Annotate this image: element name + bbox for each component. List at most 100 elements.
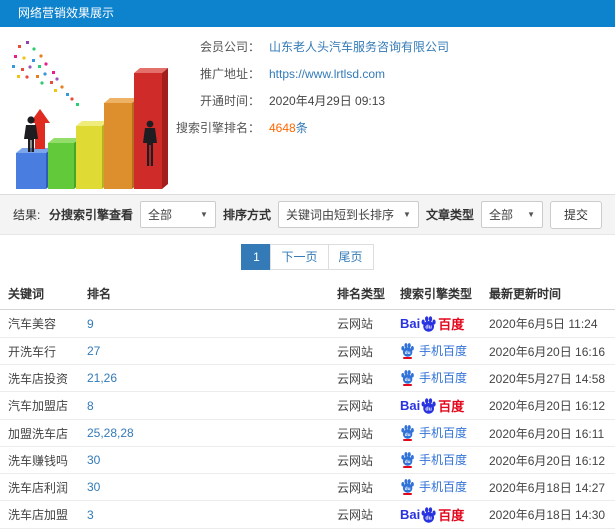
engine-filter-label: 分搜索引擎查看 bbox=[48, 208, 133, 222]
chevron-down-icon: ▼ bbox=[527, 210, 535, 219]
baidu-paw-icon: du bbox=[421, 316, 436, 332]
last-page-button[interactable]: 尾页 bbox=[327, 244, 374, 270]
engine-cell: du 手机百度 bbox=[400, 419, 489, 447]
updated-cell: 2020年6月20日 16:12 bbox=[489, 446, 615, 474]
table-row: 汽车加盟店 8 云网站 Bai du 百度 2020年6月20日 16:12 bbox=[0, 391, 615, 420]
mobile-baidu-paw-icon: du bbox=[400, 342, 415, 359]
header-rank: 排名 bbox=[87, 278, 337, 310]
table-row: 洗车赚钱吗 30 云网站 du 手机百度 2020年6月20日 16:12 bbox=[0, 446, 615, 474]
baidu-logo: Bai du 百度 bbox=[400, 314, 464, 333]
engine-cell: Bai du 百度 bbox=[400, 391, 489, 420]
mobile-baidu-underline bbox=[403, 439, 412, 441]
sort-selected: 关键词由短到长排序 bbox=[285, 208, 394, 222]
engine-rank-value: 4648条 bbox=[269, 119, 308, 137]
account-info-list: 会员公司： 山东老人头汽车服务咨询有限公司 推广地址： https://www.… bbox=[176, 27, 615, 194]
baidu-logo-cn-text: 百度 bbox=[438, 317, 465, 332]
rank-type-cell: 云网站 bbox=[337, 446, 400, 474]
engine-rank-label: 搜索引擎排名： bbox=[176, 121, 261, 135]
mobile-baidu-label: 手机百度 bbox=[419, 344, 468, 358]
keyword-cell: 汽车美容 bbox=[0, 309, 87, 338]
keyword-cell: 洗车赚钱吗 bbox=[0, 446, 87, 474]
baidu-paw-icon: du bbox=[421, 398, 436, 414]
ranking-table: 关键词 排名 排名类型 搜索引擎类型 最新更新时间 汽车美容 9 云网站 Bai… bbox=[0, 278, 615, 529]
table-row: 洗车店利润 30 云网站 du 手机百度 2020年6月18日 14:27 bbox=[0, 473, 615, 501]
account-info-section: 会员公司： 山东老人头汽车服务咨询有限公司 推广地址： https://www.… bbox=[0, 27, 615, 194]
mobile-baidu-underline bbox=[403, 384, 412, 386]
pagination: 1 下一页 尾页 bbox=[0, 235, 615, 278]
chevron-down-icon: ▼ bbox=[403, 210, 411, 219]
rank-cell[interactable]: 27 bbox=[87, 337, 337, 365]
company-label: 会员公司： bbox=[199, 40, 260, 54]
rank-cell[interactable]: 3 bbox=[87, 500, 337, 529]
table-header-row: 关键词 排名 排名类型 搜索引擎类型 最新更新时间 bbox=[0, 278, 615, 310]
rank-type-cell: 云网站 bbox=[337, 419, 400, 447]
rank-type-cell: 云网站 bbox=[337, 309, 400, 338]
updated-cell: 2020年5月27日 14:58 bbox=[489, 364, 615, 392]
keyword-cell: 开洗车行 bbox=[0, 337, 87, 365]
keyword-cell: 洗车店利润 bbox=[0, 473, 87, 501]
table-row: 加盟洗车店 25,28,28 云网站 du 手机百度 2020年6月20日 16… bbox=[0, 419, 615, 447]
updated-cell: 2020年6月20日 16:16 bbox=[489, 337, 615, 365]
page-button-current[interactable]: 1 bbox=[241, 244, 272, 270]
mobile-baidu-underline bbox=[403, 357, 412, 359]
result-label: 结果: bbox=[13, 208, 41, 222]
updated-cell: 2020年6月18日 14:30 bbox=[489, 500, 615, 529]
mobile-baidu-du-text: du bbox=[405, 377, 411, 382]
table-row: 汽车美容 9 云网站 Bai du 百度 2020年6月5日 11:24 bbox=[0, 309, 615, 338]
rank-cell[interactable]: 25,28,28 bbox=[87, 419, 337, 447]
updated-cell: 2020年6月20日 16:12 bbox=[489, 391, 615, 420]
mobile-baidu-du-text: du bbox=[405, 459, 411, 464]
baidu-logo-cn-text: 百度 bbox=[438, 508, 465, 523]
promo-url-link[interactable]: https://www.lrtlsd.com bbox=[269, 65, 385, 83]
updated-cell: 2020年6月20日 16:11 bbox=[489, 419, 615, 447]
baidu-du-text: du bbox=[426, 406, 432, 412]
mobile-baidu-label: 手机百度 bbox=[419, 453, 468, 467]
mobile-baidu-logo: du 手机百度 bbox=[400, 424, 467, 441]
page-header: 网络营销效果展示 bbox=[0, 0, 615, 27]
article-type-label: 文章类型 bbox=[425, 208, 474, 222]
growth-chart-illustration bbox=[12, 41, 168, 189]
header-rank-type: 排名类型 bbox=[337, 278, 400, 310]
rank-cell[interactable]: 30 bbox=[87, 446, 337, 474]
baidu-du-text: du bbox=[426, 324, 432, 330]
chevron-down-icon: ▼ bbox=[200, 210, 208, 219]
mobile-baidu-paw-icon: du bbox=[400, 478, 415, 495]
mobile-baidu-underline bbox=[403, 466, 412, 468]
engine-cell: Bai du 百度 bbox=[400, 309, 489, 338]
submit-button[interactable]: 提交 bbox=[549, 200, 602, 229]
rank-type-cell: 云网站 bbox=[337, 391, 400, 420]
baidu-logo-cn-text: 百度 bbox=[438, 399, 465, 414]
rank-cell[interactable]: 9 bbox=[87, 309, 337, 338]
table-row: 洗车店投资 21,26 云网站 du 手机百度 2020年5月27日 14:58 bbox=[0, 364, 615, 392]
rank-cell[interactable]: 21,26 bbox=[87, 364, 337, 392]
info-row-url: 推广地址： https://www.lrtlsd.com bbox=[176, 65, 615, 83]
mobile-baidu-paw-icon: du bbox=[400, 369, 415, 386]
confetti-dots bbox=[12, 41, 79, 106]
engine-filter-select[interactable]: 全部 ▼ bbox=[139, 201, 216, 228]
article-type-select[interactable]: 全部 ▼ bbox=[480, 201, 543, 228]
rank-cell[interactable]: 8 bbox=[87, 391, 337, 420]
open-time-label: 开通时间： bbox=[199, 94, 260, 108]
mobile-baidu-paw-icon: du bbox=[400, 451, 415, 468]
updated-cell: 2020年6月18日 14:27 bbox=[489, 473, 615, 501]
keyword-cell: 洗车店投资 bbox=[0, 364, 87, 392]
mobile-baidu-logo: du 手机百度 bbox=[400, 369, 467, 386]
baidu-logo: Bai du 百度 bbox=[400, 505, 464, 524]
rank-cell[interactable]: 30 bbox=[87, 473, 337, 501]
rank-count: 4648 bbox=[269, 121, 296, 135]
mobile-baidu-du-text: du bbox=[405, 350, 411, 355]
next-page-button[interactable]: 下一页 bbox=[270, 244, 329, 270]
baidu-paw-icon: du bbox=[421, 507, 436, 523]
sort-label: 排序方式 bbox=[222, 208, 271, 222]
keyword-cell: 洗车店加盟 bbox=[0, 500, 87, 529]
company-link[interactable]: 山东老人头汽车服务咨询有限公司 bbox=[269, 38, 449, 56]
engine-cell: du 手机百度 bbox=[400, 473, 489, 501]
rank-type-cell: 云网站 bbox=[337, 337, 400, 365]
page-title: 网络营销效果展示 bbox=[18, 6, 115, 20]
info-row-open-time: 开通时间： 2020年4月29日 09:13 bbox=[176, 92, 615, 110]
engine-cell: du 手机百度 bbox=[400, 337, 489, 365]
mobile-baidu-underline bbox=[403, 493, 412, 495]
mobile-baidu-label: 手机百度 bbox=[419, 426, 468, 440]
mobile-baidu-logo: du 手机百度 bbox=[400, 451, 467, 468]
sort-select[interactable]: 关键词由短到长排序 ▼ bbox=[277, 201, 419, 228]
